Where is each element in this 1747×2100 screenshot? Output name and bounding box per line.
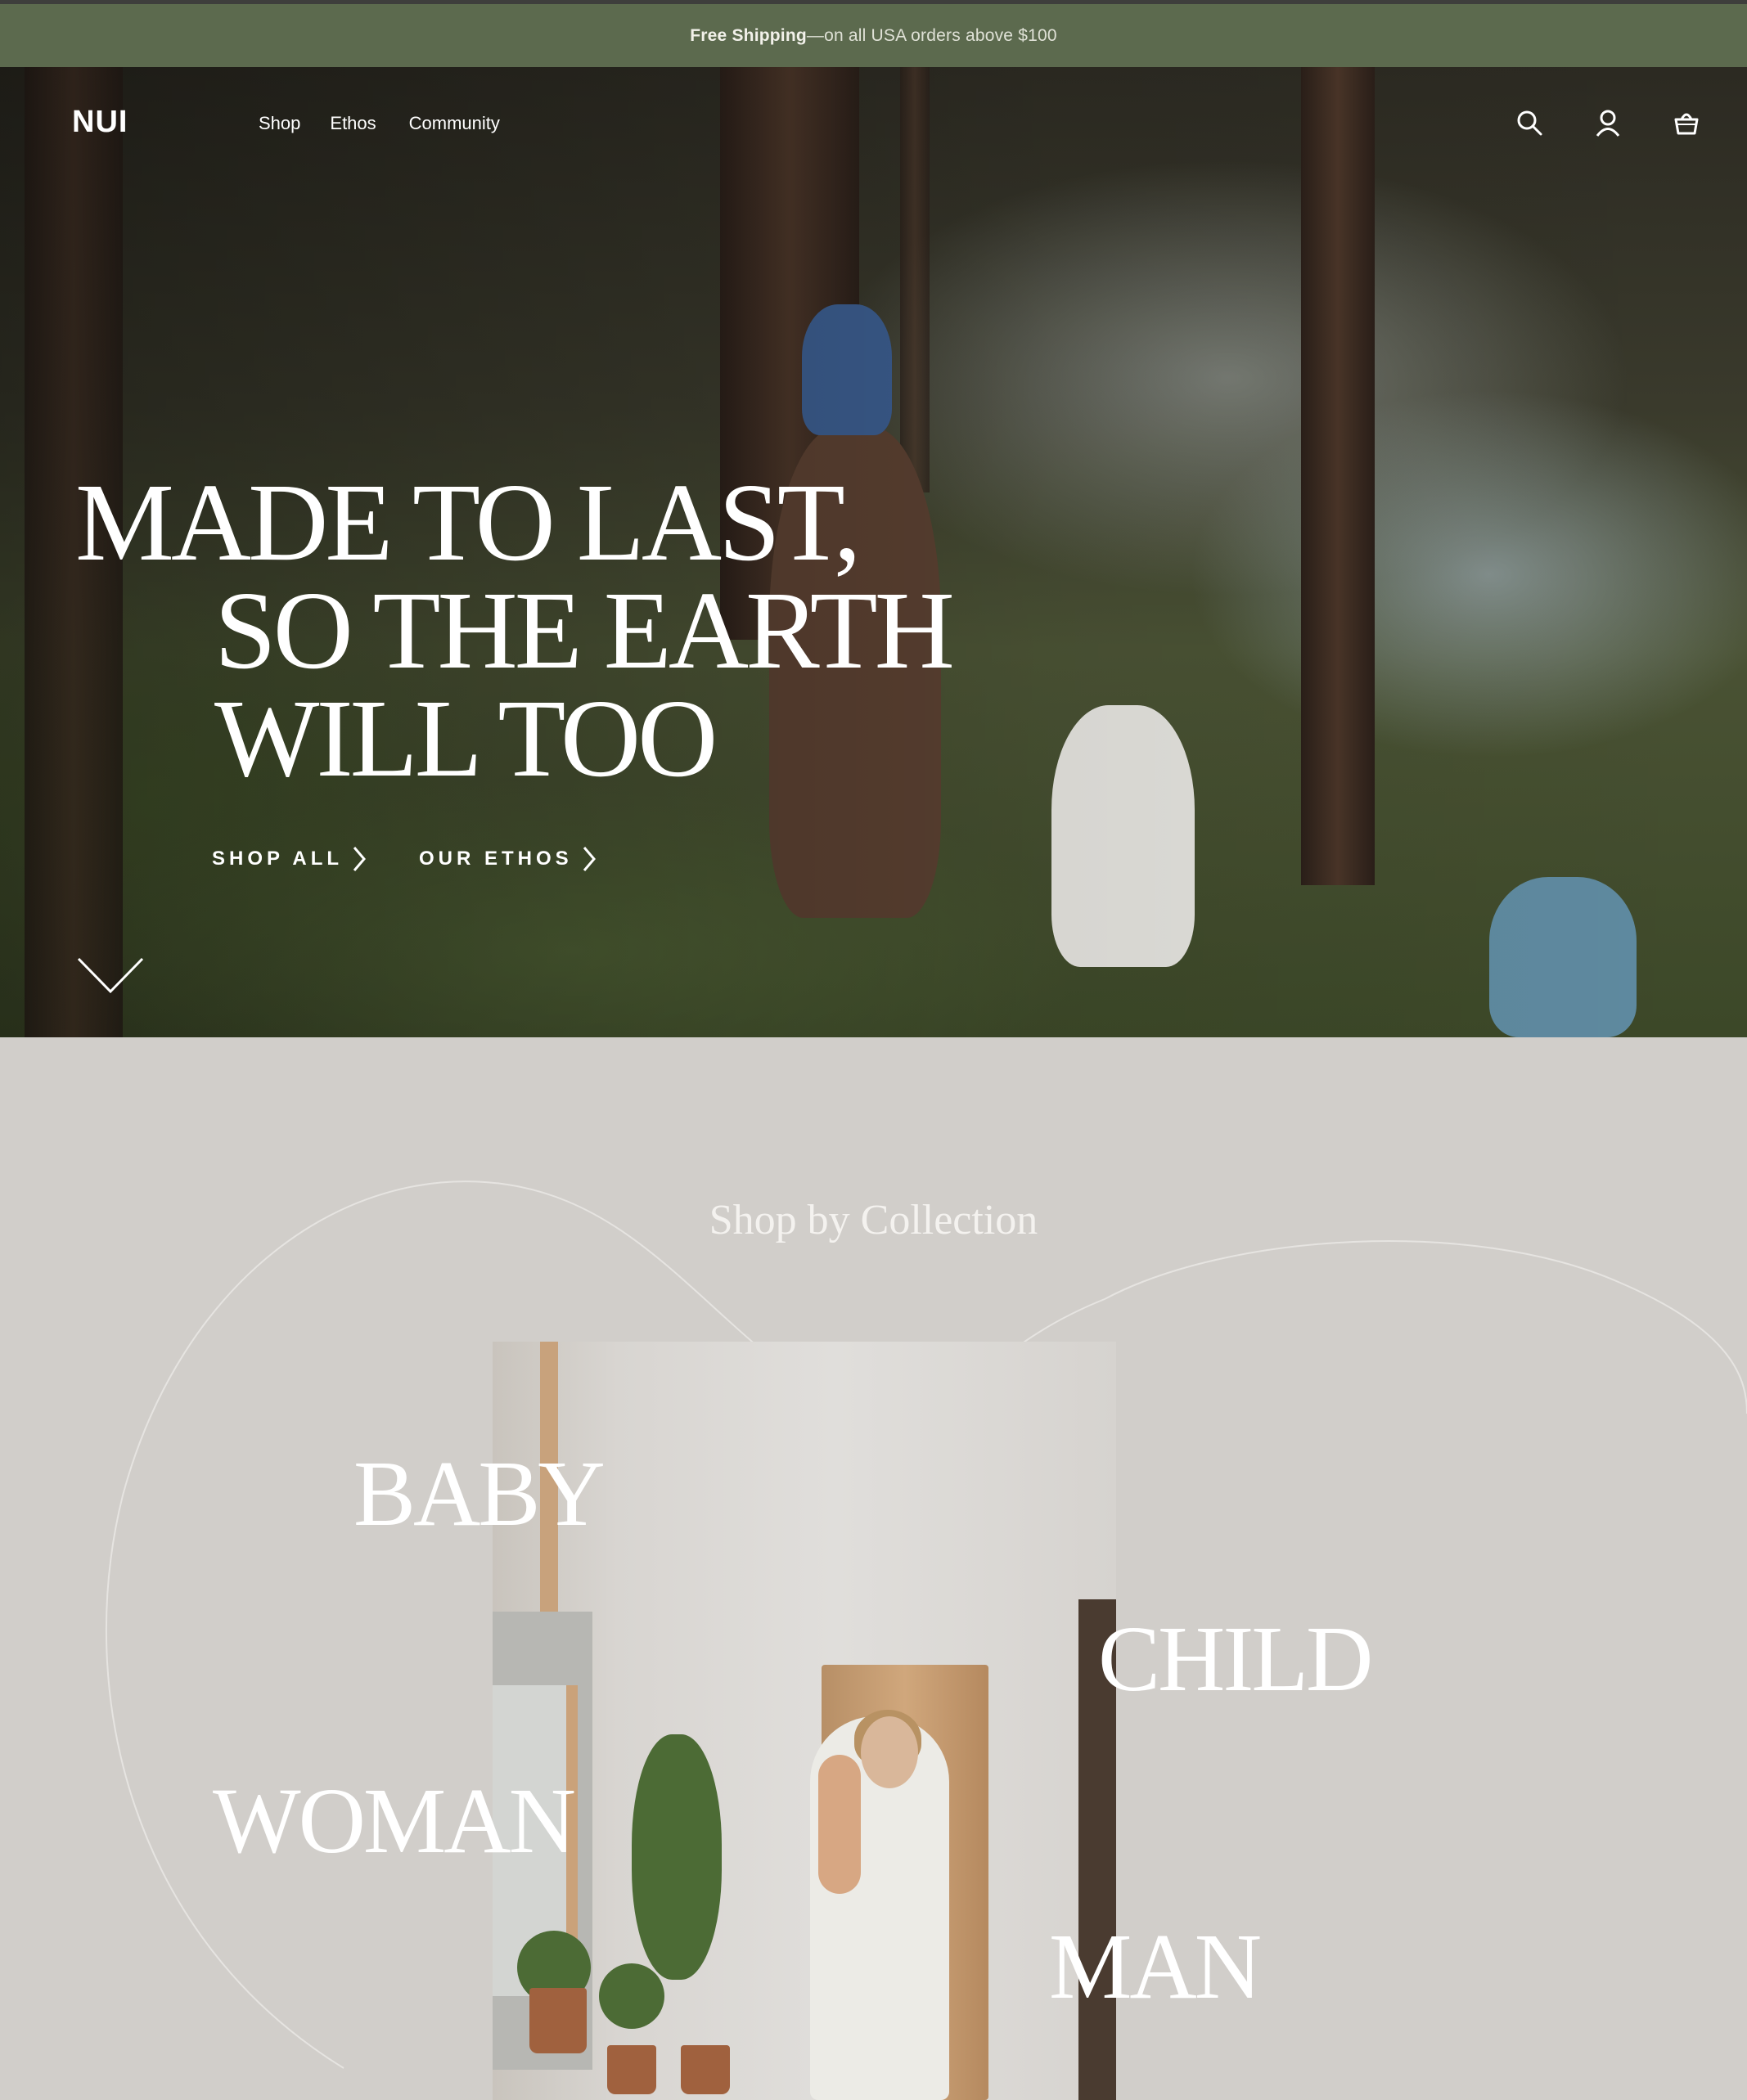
collection-baby-link[interactable]: BABY	[353, 1440, 606, 1548]
scroll-down-chevron-icon[interactable]	[75, 956, 146, 995]
account-icon[interactable]	[1592, 106, 1624, 139]
nav-shop[interactable]: Shop	[259, 113, 300, 134]
our-ethos-link[interactable]: OUR ETHOS	[419, 846, 597, 872]
brand-logo[interactable]: NUI	[72, 105, 128, 140]
nav-community[interactable]: Community	[409, 113, 500, 134]
collection-child-link[interactable]: CHILD	[1098, 1605, 1373, 1713]
headline-line-3: WILL TOO	[214, 677, 718, 800]
chevron-right-icon	[583, 847, 596, 871]
main-nav: Shop Ethos Community	[259, 113, 500, 134]
headline-line-1: MADE TO LAST,	[75, 461, 862, 584]
header-icons	[1513, 106, 1703, 139]
collection-heading: Shop by Collection	[709, 1197, 1038, 1243]
hero-headline: MADE TO LAST, SO THE EARTH WILL TOO	[75, 461, 955, 800]
announcement-text: —on all USA orders above $100	[806, 25, 1057, 45]
collection-woman-link[interactable]: WOMAN	[213, 1767, 576, 1875]
search-icon[interactable]	[1513, 106, 1546, 139]
headline-line-2: SO THE EARTH	[214, 569, 955, 692]
chevron-right-icon	[353, 847, 366, 871]
shop-all-link[interactable]: SHOP ALL	[212, 846, 367, 872]
collection-man-link[interactable]: MAN	[1049, 1913, 1262, 2021]
nav-ethos[interactable]: Ethos	[330, 113, 376, 134]
shop-all-label: SHOP ALL	[212, 848, 344, 870]
cart-icon[interactable]	[1670, 106, 1703, 139]
our-ethos-label: OUR ETHOS	[419, 848, 573, 870]
announcement-bar: Free Shipping —on all USA orders above $…	[0, 4, 1747, 67]
announcement-bold: Free Shipping	[690, 25, 807, 45]
